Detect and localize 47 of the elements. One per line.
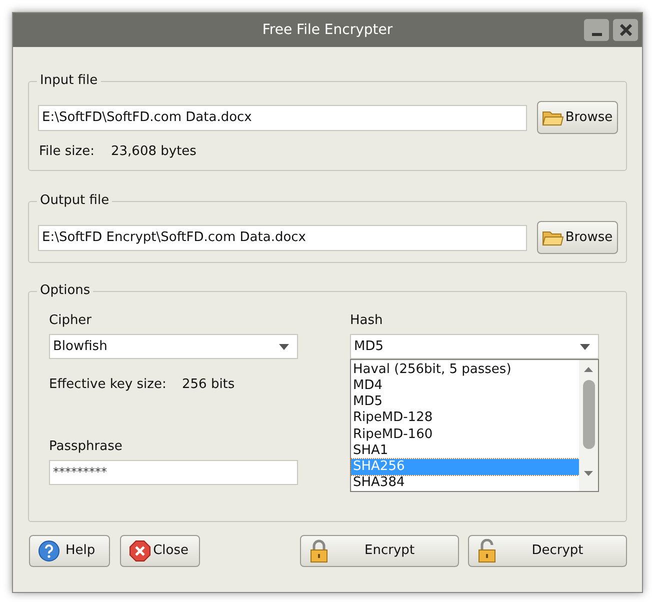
dropdown-option[interactable]: MD4: [351, 378, 579, 394]
field-label: Effective key size:: [49, 376, 168, 394]
group-label: Options: [37, 282, 94, 300]
minimize-icon: [592, 33, 602, 36]
path-field[interactable]: E:\SoftFD Encrypt\SoftFD.com Data.docx: [38, 224, 527, 250]
field-label: File size:: [39, 143, 96, 161]
lock-icon: [309, 539, 330, 563]
close-icon: [620, 24, 632, 36]
folder-icon: [542, 108, 564, 126]
help-icon: [38, 540, 60, 562]
dropdown-option[interactable]: SHA1: [351, 442, 579, 459]
dropdown-option[interactable]: Haval (256bit, 5 passes): [351, 362, 579, 378]
close-button[interactable]: Close: [120, 535, 200, 567]
window-title: Free File Encrypter: [262, 20, 393, 40]
folder-icon: [542, 228, 564, 246]
dropdown-arrow-icon: [580, 344, 590, 350]
scroll-down-icon[interactable]: [584, 471, 593, 476]
dropdown-value: MD5: [354, 338, 384, 356]
passphrase-field[interactable]: *********: [49, 460, 298, 484]
unlocked-lock-icon: [477, 539, 498, 563]
dropdown[interactable]: Blowfish: [49, 334, 298, 359]
dropdown-arrow-icon: [279, 344, 289, 350]
browse-button[interactable]: Browse: [537, 101, 618, 134]
close-window-button[interactable]: [613, 19, 638, 41]
scroll-up-icon[interactable]: [584, 367, 593, 372]
group-label: Input file: [37, 72, 101, 90]
path-field[interactable]: E:\SoftFD\SoftFD.com Data.docx: [38, 104, 527, 130]
group-label: Output file: [37, 192, 112, 210]
minimize-button[interactable]: [584, 19, 609, 41]
dropdown-option[interactable]: RipeMD-128: [351, 410, 579, 426]
encrypt-button[interactable]: Encrypt: [300, 535, 460, 567]
help-button[interactable]: Help: [29, 535, 110, 567]
dropdown-option[interactable]: RipeMD-160: [351, 426, 579, 443]
field-value: 256 bits: [182, 376, 235, 394]
dropdown-value: Blowfish: [53, 338, 108, 356]
decrypt-button[interactable]: Decrypt: [468, 535, 627, 567]
scrollbar[interactable]: [579, 360, 598, 491]
field-label: Passphrase: [49, 438, 124, 456]
browse-button[interactable]: Browse: [537, 221, 618, 254]
scrollbar-thumb[interactable]: [582, 380, 594, 449]
dropdown[interactable]: MD5: [350, 334, 599, 359]
dropdown-option[interactable]: SHA384: [351, 474, 579, 491]
field-label: Hash: [350, 312, 384, 330]
field-label: Cipher: [49, 312, 93, 330]
dropdown-option[interactable]: MD5: [351, 394, 579, 410]
field-value: 23,608 bytes: [111, 143, 196, 161]
close-icon: [128, 540, 151, 562]
